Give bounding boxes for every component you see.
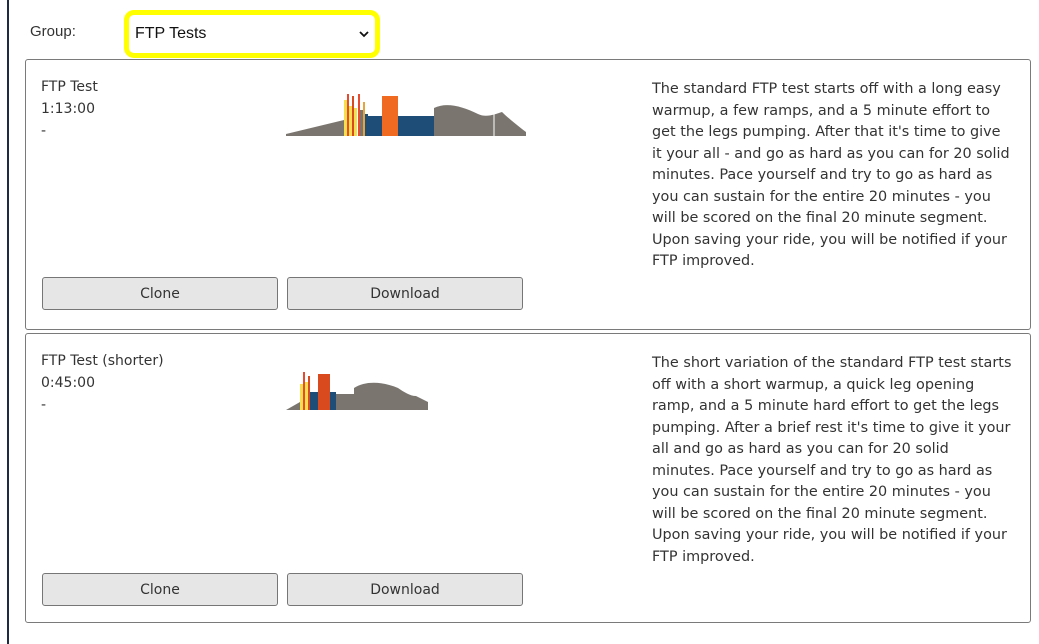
workout-description: The short variation of the standard FTP … bbox=[652, 355, 1012, 565]
profile-block-navy bbox=[330, 392, 336, 410]
profile-ramp-bar bbox=[349, 106, 352, 136]
profile-main-effort bbox=[354, 382, 428, 410]
workout-name: FTP Test bbox=[41, 79, 98, 95]
profile-ramp-bar bbox=[352, 96, 354, 136]
workout-duration: 1:13:00 bbox=[41, 101, 95, 117]
profile-ramp-bar bbox=[358, 94, 360, 136]
profile-block-navy bbox=[310, 392, 318, 410]
profile-ramp-bar bbox=[365, 114, 368, 136]
profile-ramp-bar bbox=[300, 384, 303, 410]
profile-ramp-bar bbox=[344, 100, 347, 136]
download-button[interactable]: Download bbox=[287, 277, 523, 310]
profile-ramp-bar bbox=[347, 94, 349, 136]
clone-button[interactable]: Clone bbox=[42, 277, 278, 310]
workout-card: FTP Test 1:13:00 - The standard FTP test… bbox=[25, 59, 1031, 330]
workout-extra: - bbox=[41, 123, 47, 139]
profile-ramp-bar bbox=[305, 382, 308, 410]
page-left-border bbox=[7, 0, 9, 644]
workout-profile-graph bbox=[286, 94, 526, 136]
download-button[interactable]: Download bbox=[287, 573, 523, 606]
clone-button[interactable]: Clone bbox=[42, 573, 278, 606]
profile-ramp-bar bbox=[308, 376, 310, 410]
profile-warmup bbox=[286, 402, 300, 410]
group-label: Group: bbox=[30, 23, 76, 40]
group-select-highlight[interactable]: FTP Tests bbox=[124, 10, 380, 58]
profile-ramp-bar bbox=[354, 108, 357, 136]
workout-duration: 0:45:00 bbox=[41, 375, 95, 391]
profile-block-navy bbox=[398, 116, 434, 136]
profile-ramp-bar bbox=[360, 110, 363, 136]
profile-ramp-bar bbox=[303, 372, 305, 410]
profile-rest bbox=[336, 394, 354, 410]
workout-extra: - bbox=[41, 397, 47, 413]
workout-name: FTP Test (shorter) bbox=[41, 353, 164, 369]
group-select-value: FTP Tests bbox=[135, 25, 207, 42]
profile-block-orange bbox=[318, 374, 330, 410]
workout-card: FTP Test (shorter) 0:45:00 - The short v… bbox=[25, 333, 1031, 623]
workout-profile-graph bbox=[286, 372, 428, 410]
profile-ramp-bar bbox=[363, 102, 365, 136]
profile-block-navy bbox=[368, 116, 382, 136]
profile-warmup bbox=[286, 120, 344, 136]
chevron-down-icon bbox=[359, 31, 369, 38]
workout-description: The standard FTP test starts off with a … bbox=[652, 81, 1010, 269]
profile-main-effort bbox=[434, 105, 526, 136]
group-select[interactable]: FTP Tests bbox=[135, 18, 369, 50]
profile-block-orange bbox=[382, 96, 398, 136]
